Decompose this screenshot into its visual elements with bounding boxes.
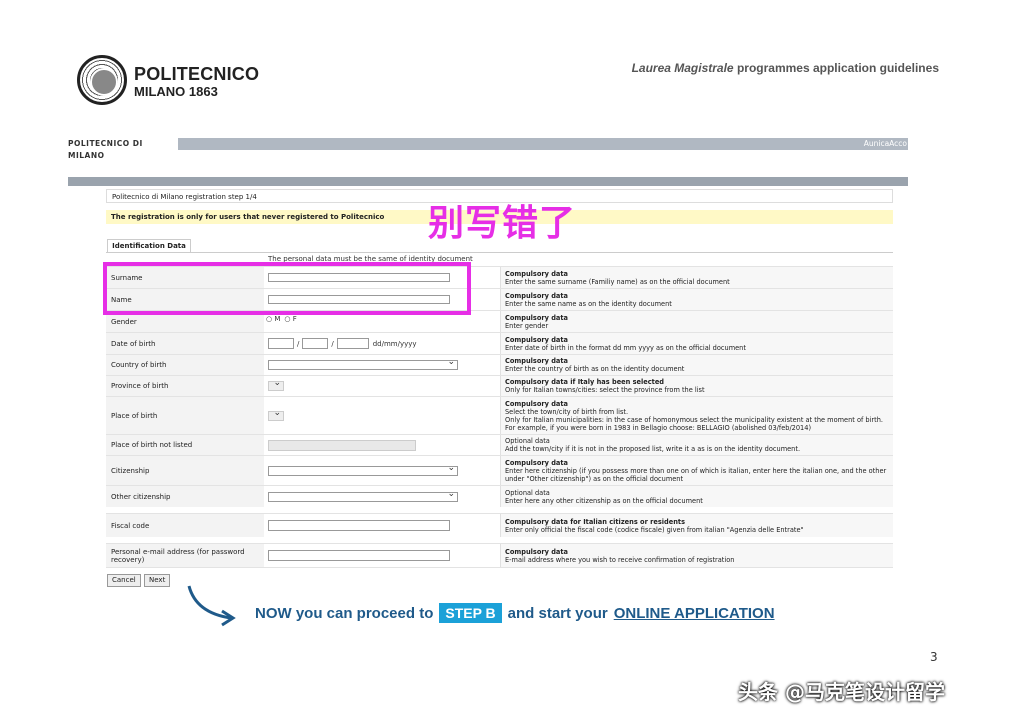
hint-text: Select the town/city of birth from list.	[505, 408, 889, 416]
hint-title: Compulsory data	[505, 400, 889, 408]
hint-title: Compulsory data	[505, 336, 889, 344]
hint-text: Enter gender	[505, 322, 889, 330]
dob-year-input[interactable]	[337, 338, 369, 349]
logo-subtitle: MILANO 1863	[134, 84, 218, 99]
hint-title: Compulsory data	[505, 314, 889, 322]
step-b-badge: STEP B	[439, 603, 501, 623]
hint-text: E-mail address where you wish to receive…	[505, 556, 889, 564]
hint-title: Compulsory data	[505, 459, 889, 467]
form-row-email: Personal e-mail address (for password re…	[106, 543, 893, 568]
place-of-birth-select[interactable]	[268, 411, 284, 421]
form-row-province-of-birth: Province of birth Compulsory data if Ita…	[106, 375, 893, 396]
hint-title: Compulsory data if Italy has been select…	[505, 378, 889, 386]
form-row-citizenship: Citizenship Compulsory dataEnter here ci…	[106, 455, 893, 485]
hint-title: Compulsory data	[505, 548, 889, 556]
hint-text: Enter only official the fiscal code (cod…	[505, 526, 889, 534]
dob-month-input[interactable]	[302, 338, 328, 349]
online-application-link[interactable]: ONLINE APPLICATION	[614, 605, 775, 622]
province-of-birth-select[interactable]	[268, 381, 284, 391]
hint-text: Enter here citizenship (if you possess m…	[505, 467, 889, 483]
other-citizenship-select[interactable]	[268, 492, 458, 502]
hint-title: Optional data	[505, 437, 889, 445]
arrow-icon	[186, 583, 246, 628]
hint-title: Compulsory data	[505, 270, 889, 278]
hint-text: Enter date of birth in the format dd mm …	[505, 344, 889, 352]
province-of-birth-label: Province of birth	[106, 376, 264, 396]
place-not-listed-label: Place of birth not listed	[106, 435, 264, 455]
logo-name: POLITECNICO	[134, 64, 259, 85]
citizenship-select[interactable]	[268, 466, 458, 476]
place-not-listed-input[interactable]	[268, 440, 416, 451]
hint-text: Enter the same surname (Familiy name) as…	[505, 278, 889, 286]
next-button[interactable]: Next	[144, 574, 170, 587]
email-label: Personal e-mail address (for password re…	[106, 544, 264, 567]
cta-prefix: NOW you can proceed to	[255, 605, 433, 622]
citizenship-label: Citizenship	[106, 456, 264, 485]
form-row-country-of-birth: Country of birth Compulsory dataEnter th…	[106, 354, 893, 375]
dob-label: Date of birth	[106, 333, 264, 354]
hint-text: Enter the same name as on the identity d…	[505, 300, 889, 308]
cancel-button[interactable]: Cancel	[107, 574, 141, 587]
cta-middle: and start your	[508, 605, 608, 622]
tab-identification-data[interactable]: Identification Data	[107, 239, 191, 253]
gender-radio-m[interactable]: ○ M	[266, 315, 280, 323]
hint-text: Add the town/city if it is not in the pr…	[505, 445, 889, 453]
fiscal-code-input[interactable]	[268, 520, 450, 531]
call-to-action: NOW you can proceed to STEP B and start …	[255, 603, 775, 623]
menu-bar	[68, 177, 908, 186]
form-row-dob: Date of birth / / dd/mm/yyyy Compulsory …	[106, 332, 893, 354]
hint-text: Enter here any other citizenship as on t…	[505, 497, 889, 505]
dob-format-hint: dd/mm/yyyy	[373, 340, 417, 348]
form-row-place-not-listed: Place of birth not listed Optional dataA…	[106, 434, 893, 455]
email-input[interactable]	[268, 550, 450, 561]
page-number: 3	[930, 650, 938, 664]
form-row-place-of-birth: Place of birth Compulsory dataSelect the…	[106, 396, 893, 434]
tab-divider	[106, 252, 893, 253]
hint-title: Compulsory data	[505, 357, 889, 365]
hint-text-2: Only for Italian municipalities: in the …	[505, 416, 889, 432]
place-of-birth-label: Place of birth	[106, 397, 264, 434]
highlight-box	[103, 262, 471, 315]
hint-title: Compulsory data for Italian citizens or …	[505, 518, 889, 526]
site-top-bar	[68, 138, 908, 150]
country-of-birth-select[interactable]	[268, 360, 458, 370]
politecnico-seal-logo	[77, 55, 127, 105]
top-bar-right-label: AunicaAcco	[864, 138, 907, 150]
form-row-other-citizenship: Other citizenship Optional dataEnter her…	[106, 485, 893, 507]
other-citizenship-label: Other citizenship	[106, 486, 264, 507]
hint-text: Enter the country of birth as on the ide…	[505, 365, 889, 373]
hint-text: Only for Italian towns/cities: select th…	[505, 386, 889, 394]
hint-title: Optional data	[505, 489, 889, 497]
watermark: 头条 @马克笔设计留学	[738, 676, 945, 705]
guide-title: Laurea Magistrale programmes application…	[632, 61, 939, 75]
form-row-fiscal-code: Fiscal code Compulsory data for Italian …	[106, 513, 893, 537]
annotation-note: 别写错了	[428, 194, 576, 246]
country-of-birth-label: Country of birth	[106, 355, 264, 375]
dob-day-input[interactable]	[268, 338, 294, 349]
fiscal-code-label: Fiscal code	[106, 514, 264, 537]
gender-radio-f[interactable]: ○ F	[284, 315, 296, 323]
hint-title: Compulsory data	[505, 292, 889, 300]
site-name-label: POLITECNICO DI MILANO	[68, 138, 178, 150]
